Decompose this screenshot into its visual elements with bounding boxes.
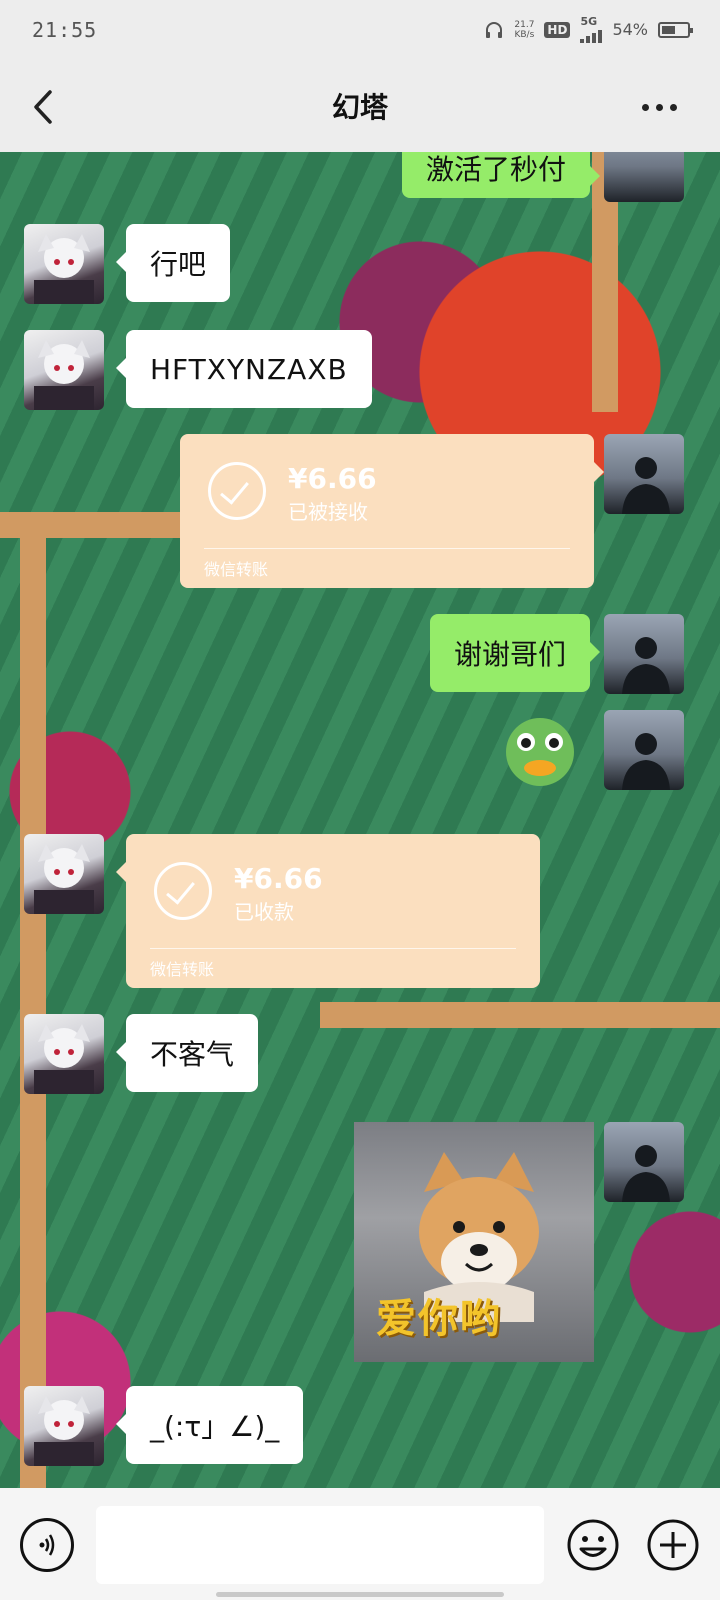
- contact-avatar[interactable]: [24, 1014, 104, 1094]
- check-icon: [154, 862, 212, 920]
- duck-sticker[interactable]: [500, 710, 580, 790]
- message-text: 谢谢哥们: [453, 638, 566, 671]
- more-functions-button[interactable]: [646, 1518, 700, 1572]
- message-bubble-incoming[interactable]: HFTXYNZAXB: [116, 330, 372, 408]
- image-message[interactable]: 爱你哟: [354, 1122, 594, 1362]
- headphones-icon: [486, 21, 503, 38]
- anime-avatar-icon: [34, 1396, 94, 1466]
- more-button[interactable]: [642, 92, 692, 122]
- more-dots-icon: [642, 103, 649, 111]
- anime-avatar-icon: [34, 1024, 94, 1094]
- message-text: _(:τ」∠)_: [150, 1410, 280, 1443]
- message-text: 激活了秒付: [425, 153, 566, 186]
- my-avatar[interactable]: [604, 710, 684, 790]
- message-text: 不客气: [150, 1038, 235, 1071]
- signal-icon: [580, 27, 603, 43]
- wallpaper-path: [320, 1002, 720, 1028]
- net-speed: 21.7 KB/s: [514, 19, 535, 40]
- voice-button[interactable]: [20, 1518, 74, 1572]
- message-bubble-incoming[interactable]: _(:τ」∠)_: [115, 1386, 304, 1464]
- image-caption: 爱你哟: [376, 1296, 502, 1342]
- message-bubble-outgoing[interactable]: 谢谢哥们: [429, 614, 601, 692]
- check-icon: [208, 462, 266, 520]
- silhouette-avatar-icon: [622, 1145, 670, 1202]
- chat-title: 幻塔: [331, 91, 388, 124]
- chat-header: 幻塔: [0, 62, 720, 152]
- contact-avatar[interactable]: [24, 1386, 104, 1466]
- contact-avatar[interactable]: [24, 224, 104, 304]
- transfer-card-outgoing[interactable]: ¥6.66 已被接收 微信转账: [180, 434, 604, 588]
- message-text: 行吧: [150, 248, 207, 281]
- clock: 21:55: [32, 18, 98, 42]
- battery-icon: [658, 21, 693, 38]
- transfer-card-incoming[interactable]: ¥6.66 已收款 微信转账: [116, 834, 540, 988]
- anime-avatar-icon: [34, 340, 94, 410]
- message-text: HFTXYNZAXB: [150, 352, 348, 386]
- home-indicator[interactable]: [216, 1592, 504, 1597]
- wallpaper-path: [20, 512, 46, 1488]
- battery-percent: 54%: [612, 20, 648, 39]
- contact-avatar[interactable]: [24, 330, 104, 410]
- my-avatar[interactable]: [604, 152, 684, 202]
- message-bubble-outgoing[interactable]: 激活了秒付: [401, 152, 601, 198]
- status-icons: 21.7 KB/s HD 5G 54%: [484, 16, 693, 43]
- divider: [150, 948, 516, 949]
- message-bubble-incoming[interactable]: 行吧: [115, 224, 231, 302]
- message-bubble-incoming[interactable]: 不客气: [115, 1014, 259, 1092]
- transfer-status: 已收款: [234, 900, 294, 924]
- voice-icon: [39, 1534, 55, 1556]
- transfer-footer: 微信转账: [150, 960, 215, 979]
- anime-avatar-icon: [34, 234, 94, 304]
- my-avatar[interactable]: [604, 614, 684, 694]
- contact-avatar[interactable]: [24, 834, 104, 914]
- emoji-button[interactable]: [566, 1518, 620, 1572]
- transfer-status: 已被接收: [288, 500, 368, 524]
- silhouette-avatar-icon: [622, 733, 670, 790]
- my-avatar[interactable]: [604, 1122, 684, 1202]
- transfer-amount: ¥6.66: [234, 862, 323, 895]
- emoji-icon: [567, 1519, 619, 1571]
- status-bar: 21:55 21.7 KB/s HD 5G 54%: [0, 0, 720, 62]
- signal-5g: 5G: [580, 16, 603, 43]
- silhouette-avatar-icon: [622, 637, 670, 694]
- transfer-amount: ¥6.66: [288, 462, 377, 495]
- anime-avatar-icon: [34, 844, 94, 914]
- hd-badge: HD: [544, 21, 571, 38]
- plus-icon: [647, 1519, 699, 1571]
- message-input[interactable]: [96, 1506, 544, 1584]
- my-avatar[interactable]: [604, 434, 684, 514]
- chat-area[interactable]: 激活了秒付 行吧 HFTXYNZAXB ¥6.66 已被接收 微信转账 谢谢哥们: [0, 152, 720, 1488]
- silhouette-avatar-icon: [622, 457, 670, 514]
- transfer-footer: 微信转账: [204, 560, 269, 579]
- divider: [204, 548, 570, 549]
- input-bar: [0, 1488, 720, 1600]
